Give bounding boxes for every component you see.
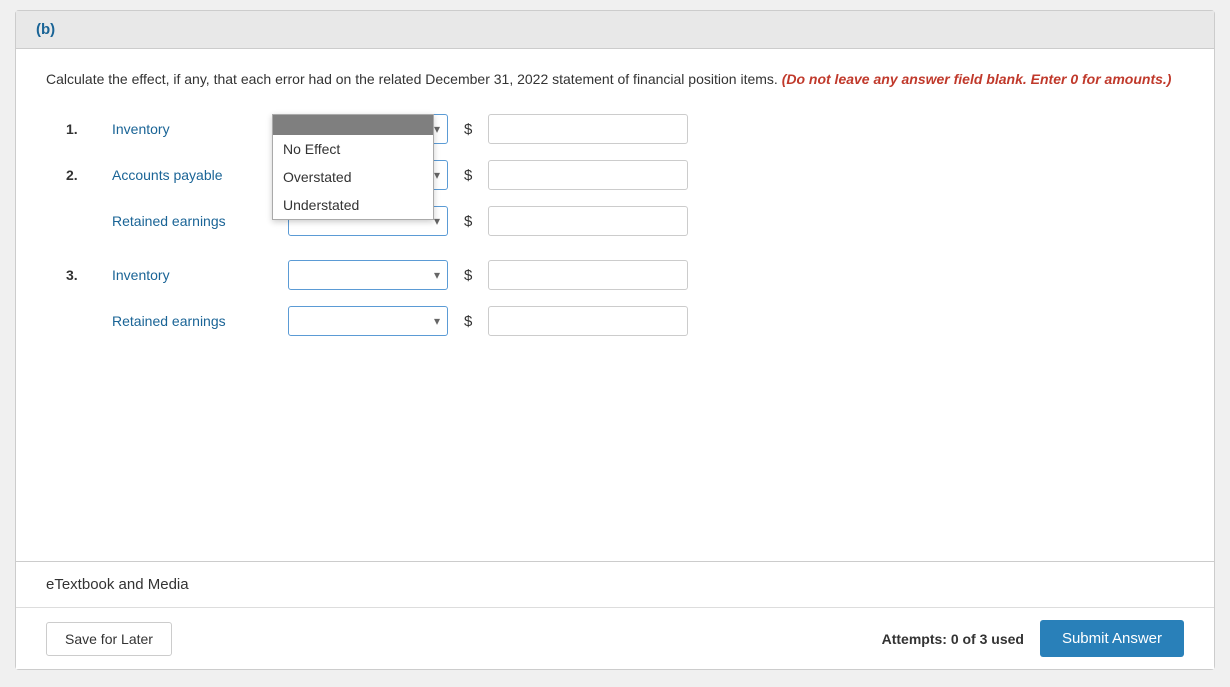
footer-bar: eTextbook and Media Save for Later Attem…	[16, 561, 1214, 669]
bottom-bar: Save for Later Attempts: 0 of 3 used Sub…	[16, 608, 1214, 669]
row-5-dollar: $	[464, 313, 472, 330]
dropdown-option-overstated[interactable]: Overstated	[273, 163, 433, 191]
row-4-amount-input[interactable]	[488, 260, 688, 290]
instruction-highlight: (Do not leave any answer field blank. En…	[782, 71, 1172, 87]
dropdown-option-no-effect[interactable]: No Effect	[273, 135, 433, 163]
right-actions: Attempts: 0 of 3 used Submit Answer	[882, 620, 1184, 657]
row-1-inventory: 1. Inventory No Effect Overstated Unders…	[66, 114, 1184, 144]
row-5-amount-input[interactable]	[488, 306, 688, 336]
row-2-number: 2.	[66, 167, 96, 183]
row-1-dollar: $	[464, 121, 472, 138]
row-1-label: Inventory	[112, 121, 272, 137]
row-3-retained-earnings: 2. Retained earnings No Effect Overstate…	[66, 206, 1184, 236]
row-2-accounts-payable: 2. Accounts payable No Effect Overstated…	[66, 160, 1184, 190]
save-later-button[interactable]: Save for Later	[46, 622, 172, 656]
row-4-number: 3.	[66, 267, 96, 283]
main-content: Calculate the effect, if any, that each …	[16, 49, 1214, 541]
row-5-label: Retained earnings	[112, 313, 272, 329]
row-1-open-dropdown: No Effect Overstated Understated	[272, 114, 434, 220]
etextbook-section: eTextbook and Media	[16, 562, 1214, 608]
row-1-number: 1.	[66, 121, 96, 137]
dropdown-option-understated[interactable]: Understated	[273, 191, 433, 219]
row-1-amount-input[interactable]	[488, 114, 688, 144]
row-3-dollar: $	[464, 213, 472, 230]
instruction-main: Calculate the effect, if any, that each …	[46, 71, 778, 87]
row-2-dollar: $	[464, 167, 472, 184]
row-4-label: Inventory	[112, 267, 272, 283]
row-4-dollar: $	[464, 267, 472, 284]
row-3-label: Retained earnings	[112, 213, 272, 229]
row-3-amount-input[interactable]	[488, 206, 688, 236]
main-container: (b) Calculate the effect, if any, that e…	[15, 10, 1215, 670]
submit-button[interactable]: Submit Answer	[1040, 620, 1184, 657]
section-header: (b)	[16, 11, 1214, 49]
row-2-label: Accounts payable	[112, 167, 272, 183]
row-4-inventory: 3. Inventory No Effect Overstated Unders…	[66, 260, 1184, 290]
row-5-dropdown-wrapper: No Effect Overstated Understated ▾	[288, 306, 448, 336]
row-5-retained-earnings: 3. Retained earnings No Effect Overstate…	[66, 306, 1184, 336]
row-5-dropdown[interactable]: No Effect Overstated Understated	[288, 306, 448, 336]
row-4-dropdown[interactable]: No Effect Overstated Understated	[288, 260, 448, 290]
form-grid: 1. Inventory No Effect Overstated Unders…	[46, 114, 1184, 336]
instruction-text: Calculate the effect, if any, that each …	[46, 69, 1184, 90]
etextbook-label: eTextbook and Media	[46, 576, 189, 593]
attempts-text: Attempts: 0 of 3 used	[882, 631, 1024, 647]
row-2-amount-input[interactable]	[488, 160, 688, 190]
section-label: (b)	[36, 21, 55, 38]
row-4-dropdown-wrapper: No Effect Overstated Understated ▾	[288, 260, 448, 290]
dropdown-open-header	[273, 115, 433, 135]
